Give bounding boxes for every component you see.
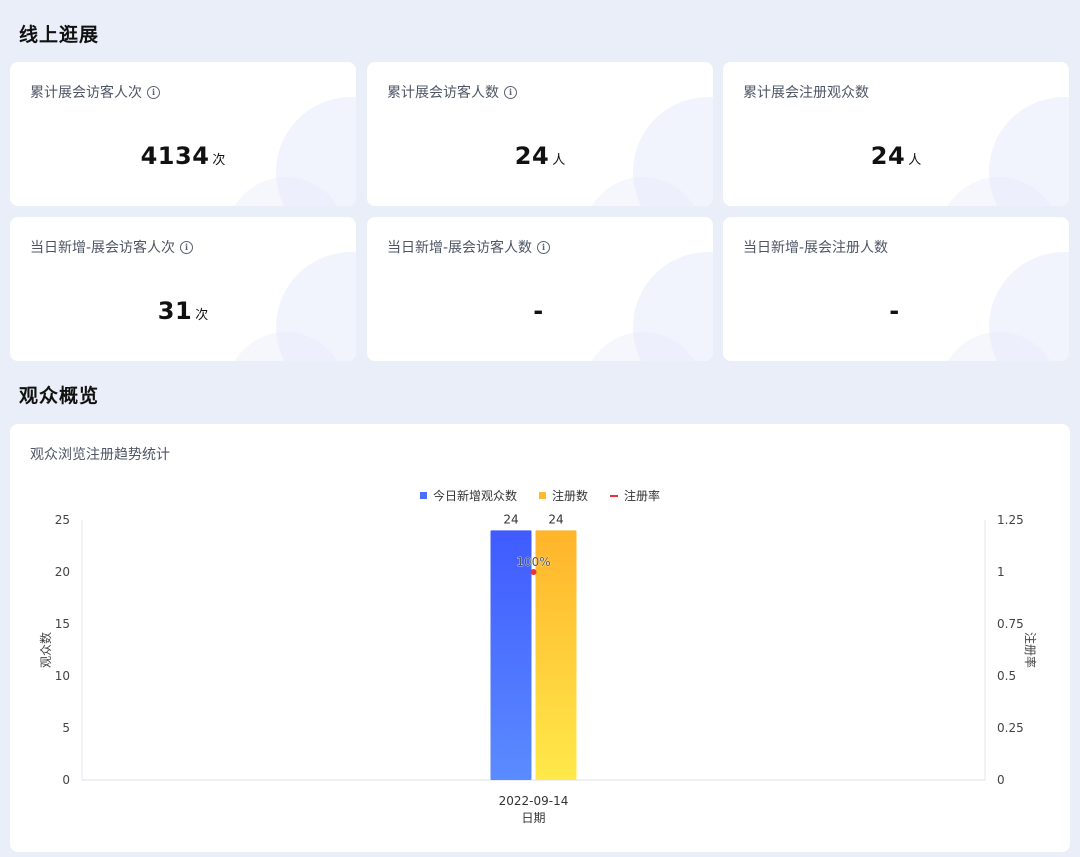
bar-data-label: 24 [503, 512, 518, 526]
stat-label-text: 当日新增-展会访客人数 [387, 240, 533, 256]
y-tick-label-right: 0.25 [997, 721, 1024, 735]
info-icon[interactable]: i [537, 240, 551, 254]
stat-label-text: 当日新增-展会访客人次 [30, 240, 176, 256]
stat-label-text: 累计展会注册观众数 [743, 85, 869, 101]
stat-unit: 次 [195, 308, 209, 323]
bar-data-label: 24 [548, 512, 563, 526]
y-tick-label-left: 5 [62, 721, 70, 735]
stat-unit: 人 [552, 153, 566, 168]
y-tick-label-right: 0.5 [997, 669, 1016, 683]
stat-card: 累计展会访客人数 i 24 人 [367, 62, 713, 206]
info-icon[interactable]: i [504, 85, 517, 99]
y-tick-label-right: 0.75 [997, 617, 1024, 631]
stat-label: 累计展会访客人次 i [30, 82, 160, 102]
y-tick-label-left: 15 [55, 617, 70, 631]
card-decoration [939, 177, 1059, 206]
stat-value: - [723, 297, 1069, 325]
chart-canvas: 0 5 10 15 20 25 0 0.25 0.5 0.75 1 1.25 观众数 注册率 24 24 202… [38, 512, 1038, 825]
stat-card: 累计展会注册观众数 24 人 [723, 62, 1069, 206]
y-axis-title-left: 观众数 [38, 632, 53, 668]
stat-number: 31 [157, 297, 193, 325]
y-tick-label-left: 25 [55, 513, 70, 527]
stat-value: 4134 次 [10, 142, 356, 170]
stat-value: 31 次 [10, 297, 356, 325]
stat-number: 4134 [140, 142, 210, 170]
rate-point-label: 100% [516, 555, 550, 569]
stat-label: 当日新增-展会访客人次 i [30, 237, 194, 257]
stat-card: 累计展会访客人次 i 4134 次 [10, 62, 356, 206]
stat-card: 当日新增-展会注册人数 - [723, 217, 1069, 361]
stat-label: 当日新增-展会注册人数 [743, 237, 888, 257]
section-title-online: 线上逛展 [19, 24, 100, 46]
rate-point [530, 569, 537, 575]
stat-value: - [367, 297, 713, 325]
stat-number: - [889, 297, 900, 325]
y-tick-label-left: 20 [55, 565, 70, 579]
stat-unit: 次 [212, 153, 226, 168]
y-axis-title-right: 注册率 [1023, 632, 1038, 668]
stat-number: - [533, 297, 544, 325]
stat-label: 累计展会注册观众数 [743, 82, 869, 102]
stat-card: 当日新增-展会访客人数 i - [367, 217, 713, 361]
card-decoration [226, 332, 346, 361]
stat-label-text: 累计展会访客人次 [30, 85, 142, 101]
stat-label-text: 累计展会访客人数 [387, 85, 499, 101]
stat-card: 当日新增-展会访客人次 i 31 次 [10, 217, 356, 361]
stat-label-text: 当日新增-展会注册人数 [743, 240, 889, 256]
y-tick-label-right: 0 [997, 773, 1005, 787]
card-decoration [939, 332, 1059, 361]
chart-card: 观众浏览注册趋势统计 今日新增观众数 注册数 注册率 0 5 10 15 20 25 0 0.… [10, 424, 1070, 852]
stat-value: 24 人 [723, 142, 1069, 170]
stat-label: 累计展会访客人数 i [387, 82, 517, 102]
stat-unit: 人 [908, 153, 922, 168]
stat-number: 24 [514, 142, 550, 170]
stat-label: 当日新增-展会访客人数 i [387, 237, 551, 257]
x-tick-label: 2022-09-14 [499, 794, 569, 808]
x-axis-title: 日期 [521, 811, 545, 825]
card-decoration [583, 177, 703, 206]
card-decoration [226, 177, 346, 206]
info-icon[interactable]: i [147, 85, 160, 99]
y-tick-label-right: 1.25 [997, 513, 1024, 527]
stat-value: 24 人 [367, 142, 713, 170]
stat-number: 24 [870, 142, 906, 170]
y-tick-label-left: 0 [62, 773, 70, 787]
section-title-audience: 观众概览 [19, 385, 100, 407]
y-tick-label-left: 10 [55, 669, 70, 683]
y-tick-label-right: 1 [997, 565, 1005, 579]
card-decoration [583, 332, 703, 361]
info-icon[interactable]: i [180, 240, 194, 254]
